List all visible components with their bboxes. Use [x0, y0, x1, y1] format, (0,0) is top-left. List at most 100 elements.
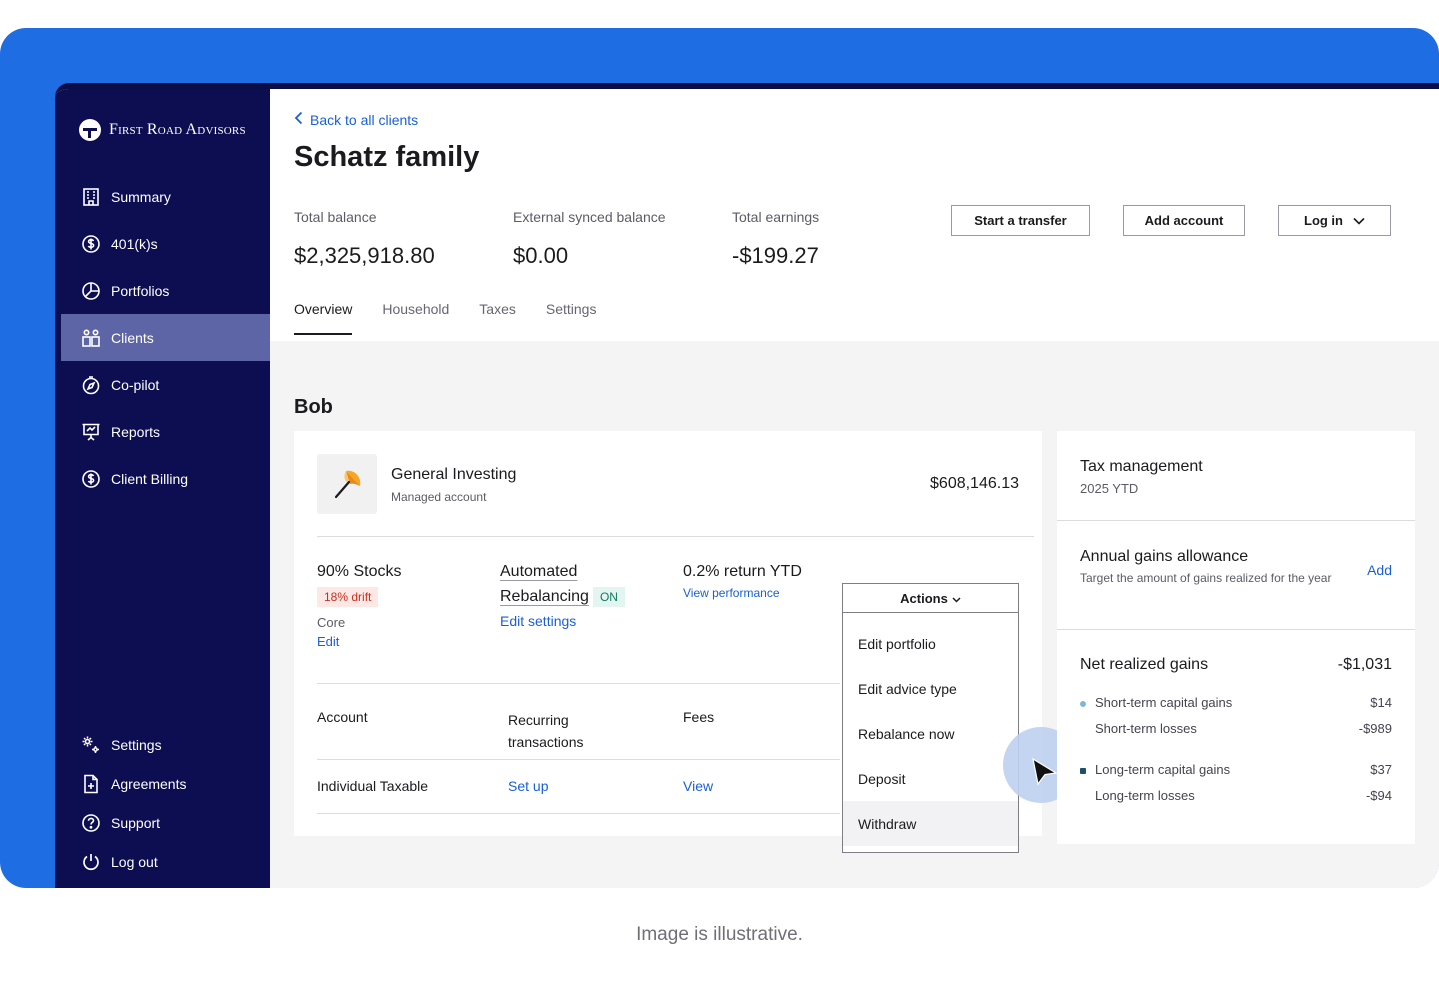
sidebar-item-label: 401(k)s — [111, 235, 158, 252]
sidebar-item-copilot[interactable]: Co-pilot — [61, 361, 270, 408]
long-losses-value: -$94 — [1365, 788, 1392, 803]
actions-menu: Edit portfolio Edit advice type Rebalanc… — [842, 613, 1019, 853]
menu-item-rebalance-now[interactable]: Rebalance now — [843, 711, 1018, 756]
overview-content: Bob General Investing Managed account $6… — [270, 341, 1439, 888]
divider — [317, 759, 840, 760]
sidebar-item-clients[interactable]: Clients — [61, 314, 270, 361]
dollar-circle-icon — [81, 469, 101, 489]
tab-household[interactable]: Household — [382, 301, 449, 335]
add-allowance-link[interactable]: Add — [1367, 562, 1392, 578]
add-account-button[interactable]: Add account — [1123, 205, 1245, 236]
divider — [1057, 629, 1415, 630]
short-term-losses-row: Short-term losses -$989 — [1080, 721, 1392, 736]
tab-taxes[interactable]: Taxes — [479, 301, 516, 335]
stat-label: Total balance — [294, 209, 377, 225]
brand-name: First Road Advisors — [109, 121, 246, 138]
start-transfer-button[interactable]: Start a transfer — [951, 205, 1090, 236]
dollar-circle-icon — [81, 234, 101, 254]
menu-item-edit-portfolio[interactable]: Edit portfolio — [843, 621, 1018, 666]
short-losses-label: Short-term losses — [1095, 721, 1197, 736]
short-losses-value: -$989 — [1358, 721, 1392, 736]
setup-recurring-link[interactable]: Set up — [508, 778, 548, 794]
sidebar-item-label: Reports — [111, 423, 161, 440]
allowance-description: Target the amount of gains realized for … — [1080, 571, 1332, 585]
question-circle-icon — [81, 813, 101, 833]
sidebar-item-401ks[interactable]: 401(k)s — [61, 220, 270, 267]
edit-model-link[interactable]: Edit — [317, 634, 401, 649]
long-losses-label: Long-term losses — [1095, 788, 1195, 803]
sidebar-item-agreements[interactable]: Agreements — [61, 764, 270, 803]
short-gains-label: Short-term capital gains — [1095, 695, 1233, 710]
sidebar: First Road Advisors Summary 401(k)s Port… — [55, 89, 270, 888]
brand[interactable]: First Road Advisors — [79, 119, 246, 141]
drift-badge: 18% drift — [317, 587, 379, 607]
stat-total-earnings: Total earnings -$199.27 — [732, 209, 819, 269]
rebalancing-label-line1: Automated — [500, 563, 578, 580]
rebalancing-row: Rebalancing ON — [500, 587, 625, 607]
sidebar-item-support[interactable]: Support — [61, 803, 270, 842]
short-term-gains-row: Short-term capital gains $14 — [1080, 695, 1392, 710]
account-name[interactable]: General Investing — [391, 466, 516, 484]
power-icon — [81, 852, 101, 872]
chevron-down-icon — [1353, 213, 1365, 228]
main-area: Back to all clients Schatz family Total … — [270, 89, 1439, 888]
actions-dropdown-button[interactable]: Actions — [842, 583, 1019, 613]
stat-value: -$199.27 — [732, 243, 819, 268]
sidebar-item-settings[interactable]: Settings — [61, 725, 270, 764]
client-header: Back to all clients Schatz family Total … — [270, 89, 1439, 341]
tax-management-card: Tax management 2025 YTD Annual gains all… — [1057, 431, 1415, 844]
sidebar-item-label: Portfolios — [111, 282, 170, 299]
building-icon — [81, 187, 101, 207]
page-title: Schatz family — [294, 141, 480, 173]
stat-label: External synced balance — [513, 209, 666, 225]
tab-overview[interactable]: Overview — [294, 301, 353, 335]
rebalancing-label-line2: Rebalancing — [500, 588, 589, 605]
tax-period: 2025 YTD — [1080, 481, 1139, 496]
long-term-losses-row: Long-term losses -$94 — [1080, 788, 1392, 803]
rebalancing-status-badge: ON — [592, 587, 625, 607]
tab-settings[interactable]: Settings — [546, 301, 597, 335]
table-header-account: Account — [317, 709, 368, 725]
table-header-recurring: Recurring transactions — [508, 712, 584, 750]
sidebar-item-portfolios[interactable]: Portfolios — [61, 267, 270, 314]
outer-frame: First Road Advisors Summary 401(k)s Port… — [0, 28, 1439, 888]
sidebar-item-reports[interactable]: Reports — [61, 408, 270, 455]
menu-item-deposit[interactable]: Deposit — [843, 756, 1018, 801]
chevron-down-icon — [952, 591, 961, 606]
view-fees-link[interactable]: View — [683, 778, 713, 794]
sidebar-item-label: Support — [111, 814, 161, 831]
sidebar-item-summary[interactable]: Summary — [61, 173, 270, 220]
sidebar-item-label: Co-pilot — [111, 376, 160, 393]
actions-label: Actions — [900, 590, 948, 606]
mouse-cursor-icon — [1031, 757, 1059, 792]
short-gains-value: $14 — [1370, 695, 1392, 710]
sidebar-item-label: Settings — [111, 736, 162, 753]
sidebar-item-label: Agreements — [111, 775, 187, 792]
sidebar-item-label: Log out — [111, 853, 158, 870]
back-to-clients-link[interactable]: Back to all clients — [294, 111, 418, 128]
menu-item-withdraw[interactable]: Withdraw — [843, 801, 1018, 846]
view-performance-link[interactable]: View performance — [683, 586, 802, 600]
edit-settings-link[interactable]: Edit settings — [500, 613, 625, 629]
net-realized-gains-row: Net realized gains -$1,031 — [1080, 656, 1392, 674]
sidebar-item-logout[interactable]: Log out — [61, 842, 270, 881]
short-term-legend-dot — [1080, 700, 1086, 707]
rebalancing-section: Automated Rebalancing ON Edit settings — [500, 563, 625, 629]
gears-icon — [81, 735, 101, 755]
client-tabs: Overview Household Taxes Settings — [294, 301, 596, 335]
long-term-gains-row: Long-term capital gains $37 — [1080, 762, 1392, 777]
back-label: Back to all clients — [310, 111, 419, 128]
sidebar-item-label: Clients — [111, 329, 154, 346]
model-name: Core — [317, 615, 346, 630]
people-icon — [81, 328, 101, 348]
sidebar-item-client-billing[interactable]: Client Billing — [61, 455, 270, 502]
sidebar-item-label: Summary — [111, 188, 171, 205]
presentation-icon — [81, 422, 101, 442]
stat-label: Total earnings — [732, 209, 820, 225]
long-gains-label: Long-term capital gains — [1095, 762, 1231, 777]
login-dropdown-button[interactable]: Log in — [1278, 205, 1391, 236]
menu-item-edit-advice-type[interactable]: Edit advice type — [843, 666, 1018, 711]
sidebar-nav: Summary 401(k)s Portfolios Clients Co-pi… — [61, 173, 270, 502]
image-caption: Image is illustrative. — [636, 924, 803, 945]
stat-external-synced-balance: External synced balance $0.00 — [513, 209, 666, 269]
